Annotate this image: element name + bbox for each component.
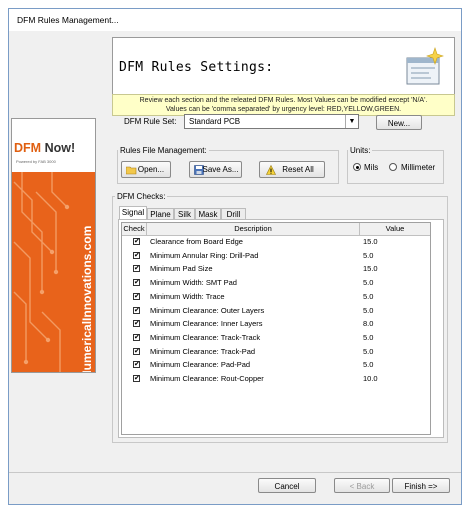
title-bar[interactable]: DFM Rules Management... [9,9,461,31]
rule-value[interactable]: 15.0 [363,262,429,276]
settings-window-icon [406,47,444,85]
cancel-button[interactable]: Cancel [258,478,316,493]
check-cell: ✔ [122,290,147,304]
rule-enabled-checkbox[interactable]: ✔ [133,279,140,287]
rule-description: Minimum Annular Ring: Drill-Pad [150,250,259,260]
units-mils-radio[interactable] [353,163,361,171]
check-cell: ✔ [122,358,147,372]
column-header-value[interactable]: Value [360,223,430,235]
check-cell: ✔ [122,304,147,318]
rule-description: Minimum Width: SMT Pad [150,278,237,288]
footer-divider [9,472,461,473]
check-cell: ✔ [122,235,147,249]
finish-button[interactable]: Finish => [392,478,450,493]
table-row[interactable]: ✔ Minimum Clearance: Rout-Copper 10.0 [122,372,430,386]
rule-description: Minimum Clearance: Outer Layers [150,305,265,315]
table-row[interactable]: ✔ Minimum Clearance: Track-Pad 5.0 [122,345,430,359]
rules-file-management-label: Rules File Management: [118,146,209,155]
rule-enabled-checkbox[interactable]: ✔ [133,347,140,355]
rule-value[interactable]: 5.0 [363,290,429,304]
dfm-now-banner: DFM Now! Powered by FAB 3000 NumericalIn… [11,118,96,373]
units-millimeter-radio[interactable] [389,163,397,171]
notice-line-2: Values can be 'comma separated' by urgen… [165,106,402,113]
rule-value[interactable]: 5.0 [363,358,429,372]
open-button[interactable]: Open... [121,161,171,178]
warning-icon [266,165,276,175]
units-millimeter-label: Millimeter [401,163,436,172]
header-panel: DFM Rules Settings: [112,37,455,97]
tab-signal[interactable]: Signal [119,206,147,220]
table-row[interactable]: ✔ Minimum Clearance: Outer Layers 5.0 [122,304,430,318]
rule-value[interactable]: 15.0 [363,235,429,249]
rule-description: Minimum Clearance: Inner Layers [150,319,263,329]
check-cell: ✔ [122,262,147,276]
instructions-notice: Review each section and the releated DFM… [112,94,455,116]
units-label: Units: [348,146,373,155]
rule-value[interactable]: 10.0 [363,372,429,386]
table-row[interactable]: ✔ Minimum Clearance: Pad-Pad 5.0 [122,358,430,372]
check-cell: ✔ [122,276,147,290]
back-button[interactable]: < Back [334,478,390,493]
notice-line-1: Review each section and the releated DFM… [139,97,428,104]
rule-description: Minimum Clearance: Pad-Pad [150,360,251,370]
rule-set-value: Standard PCB [189,117,241,126]
window-title: DFM Rules Management... [17,15,119,25]
rule-enabled-checkbox[interactable]: ✔ [133,292,140,300]
table-row[interactable]: ✔ Minimum Clearance: Inner Layers 8.0 [122,317,430,331]
rule-enabled-checkbox[interactable]: ✔ [133,333,140,341]
column-header-check[interactable]: Check [122,223,147,235]
rule-description: Minimum Clearance: Rout-Copper [150,374,264,383]
check-cell: ✔ [122,317,147,331]
rule-enabled-checkbox[interactable]: ✔ [133,375,140,382]
rule-value[interactable]: 5.0 [363,304,429,318]
dfm-checks-label: DFM Checks: [115,192,168,201]
table-row[interactable]: ✔ Minimum Clearance: Track-Track 5.0 [122,331,430,345]
table-row[interactable]: ✔ Clearance from Board Edge 15.0 [122,235,430,249]
banner-subtitle: Powered by FAB 3000 [16,159,56,164]
table-row[interactable]: ✔ Minimum Annular Ring: Drill-Pad 5.0 [122,249,430,263]
save-as-button[interactable]: Save As... [189,161,242,178]
new-rule-set-button[interactable]: New... [376,115,422,130]
rule-description: Minimum Width: Trace [150,291,225,301]
rule-description: Clearance from Board Edge [150,237,243,246]
page-heading: DFM Rules Settings: [119,60,274,75]
dfm-now-logo: DFM Now! [14,141,76,155]
rule-enabled-checkbox[interactable]: ✔ [133,361,140,369]
rule-enabled-checkbox[interactable]: ✔ [133,306,140,314]
dfm-checks-table: Check Description Value ✔ Clearance from … [121,222,431,435]
check-cell: ✔ [122,372,147,386]
rule-description: Minimum Pad Size [150,264,213,274]
rule-value[interactable]: 5.0 [363,249,429,263]
rule-value[interactable]: 5.0 [363,345,429,359]
table-row[interactable]: ✔ Minimum Pad Size 15.0 [122,262,430,276]
rule-description: Minimum Clearance: Track-Track [150,332,261,342]
rule-enabled-checkbox[interactable]: ✔ [133,238,140,245]
units-mils-label: Mils [364,163,379,172]
banner-website-text: NumericalInnovations.com [80,225,94,373]
check-cell: ✔ [122,249,147,263]
rule-set-label: DFM Rule Set: [124,117,177,126]
folder-open-icon [126,166,137,175]
rule-set-select[interactable]: Standard PCB ▼ [184,114,359,129]
rule-value[interactable]: 5.0 [363,331,429,345]
rule-enabled-checkbox[interactable]: ✔ [133,251,140,259]
column-header-description[interactable]: Description [147,223,360,235]
rule-enabled-checkbox[interactable]: ✔ [133,265,140,273]
rule-enabled-checkbox[interactable]: ✔ [133,320,140,328]
reset-all-button[interactable]: Reset All [259,161,325,178]
rule-description: Minimum Clearance: Track-Pad [150,346,256,356]
check-cell: ✔ [122,331,147,345]
check-cell: ✔ [122,345,147,359]
table-row[interactable]: ✔ Minimum Width: Trace 5.0 [122,290,430,304]
rule-value[interactable]: 8.0 [363,317,429,331]
dropdown-arrow-icon[interactable]: ▼ [345,115,358,128]
rule-value[interactable]: 5.0 [363,276,429,290]
table-row[interactable]: ✔ Minimum Width: SMT Pad 5.0 [122,276,430,290]
